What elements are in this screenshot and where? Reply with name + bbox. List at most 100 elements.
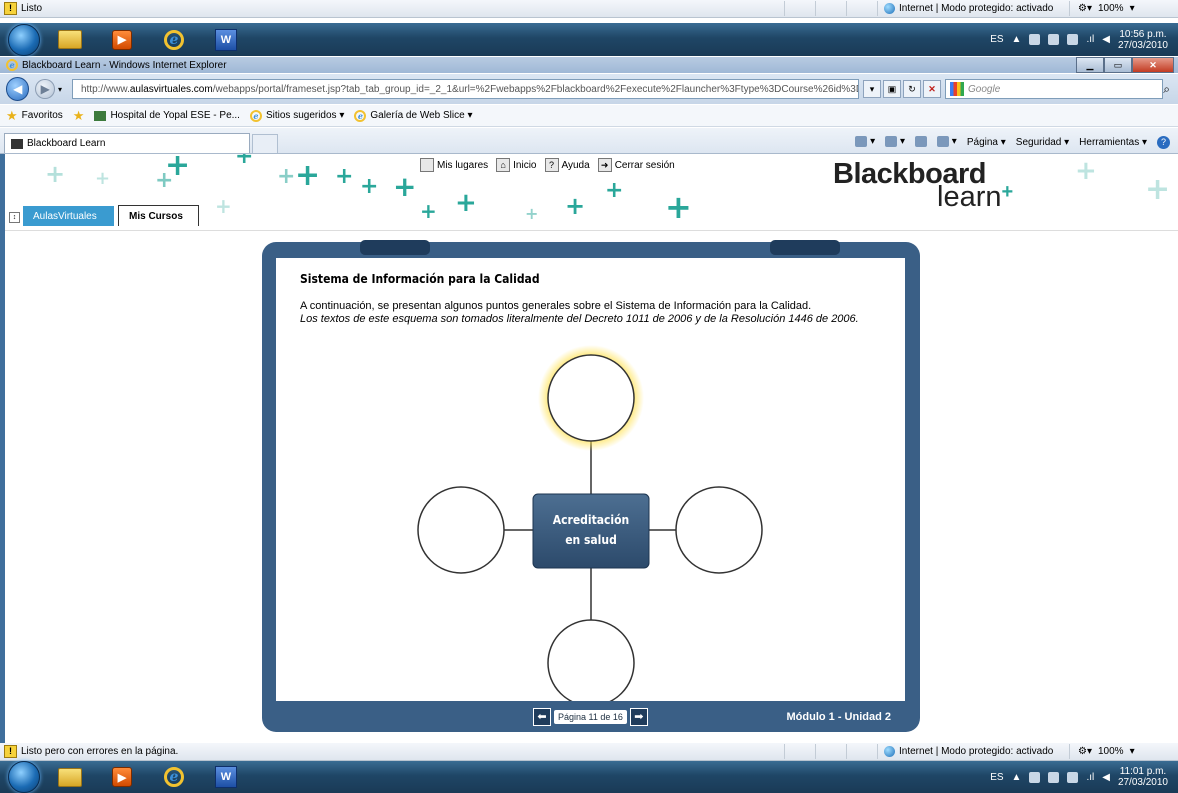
tools-menu[interactable]: Herramientas ▾ <box>1079 137 1147 148</box>
concept-node-right[interactable] <box>675 486 763 574</box>
bb-tabs: ↕ AulasVirtuales Mis Cursos <box>5 205 199 226</box>
site-icon <box>11 138 23 149</box>
signal-icon[interactable]: .ıl <box>1086 34 1094 45</box>
language-indicator[interactable]: ES <box>990 772 1003 783</box>
next-page-button[interactable]: ➡ <box>629 708 648 726</box>
ie-icon: e <box>354 109 367 122</box>
restore-button[interactable]: ▭ <box>1104 57 1132 73</box>
security-zone[interactable]: Internet | Modo protegido: activado <box>877 1 1069 16</box>
mail-button[interactable] <box>915 136 928 148</box>
taskbar-top: ▶ e W ES ▲ .ıl ◀ 10:56 p.m. 27/03/2010 <box>0 23 1178 56</box>
volume-icon[interactable]: ◀ <box>1102 34 1110 45</box>
status-text: Listo pero con errores en la página. <box>21 746 179 757</box>
top-status-bar: ! Listo Internet | Modo protegido: activa… <box>0 0 1178 18</box>
language-indicator[interactable]: ES <box>990 34 1003 45</box>
taskbar-explorer[interactable] <box>48 763 92 791</box>
collapse-icon[interactable]: ↕ <box>9 212 20 223</box>
favorites-button[interactable]: ★ Favoritos <box>6 108 63 124</box>
site-icon <box>94 110 107 121</box>
folder-icon <box>58 767 82 787</box>
tray-app-icon[interactable] <box>1029 34 1041 45</box>
home-icon: ⌂ <box>496 158 511 172</box>
start-button[interactable] <box>8 23 40 56</box>
search-icon[interactable]: ⌕ <box>1163 82 1170 97</box>
concept-node-top[interactable] <box>547 354 635 442</box>
concept-node-left[interactable] <box>417 486 505 574</box>
tab-mis-cursos[interactable]: Mis Cursos <box>118 205 199 226</box>
flag-icon[interactable] <box>1048 34 1060 45</box>
clock[interactable]: 11:01 p.m. 27/03/2010 <box>1118 766 1168 788</box>
taskbar-bottom: ▶ e W ES ▲ .ıl ◀ 11:01 p.m. 27/03/2010 <box>0 761 1178 793</box>
print-button[interactable]: ▾ <box>937 136 957 148</box>
concept-node-bottom[interactable] <box>547 619 635 701</box>
add-favorite-icon[interactable]: ★ <box>73 108 85 124</box>
taskbar-explorer[interactable] <box>48 26 92 54</box>
fav-hospital[interactable]: Hospital de Yopal ESE - Pe... <box>94 110 240 121</box>
refresh-button[interactable]: ↻ <box>903 80 922 98</box>
prev-page-button[interactable]: ⬅ <box>533 708 551 726</box>
zoom-control[interactable]: ⚙▾ 100% ▾ <box>1069 744 1178 759</box>
my-places-link[interactable]: Mis lugares <box>420 158 488 172</box>
logout-link[interactable]: ➜ Cerrar sesión <box>597 158 675 172</box>
taskbar-ie[interactable]: e <box>152 763 196 791</box>
clock[interactable]: 10:56 p.m. 27/03/2010 <box>1118 29 1168 51</box>
frame-clip <box>360 240 430 255</box>
back-button[interactable]: ◀ <box>6 77 30 101</box>
media-player-icon: ▶ <box>112 767 132 787</box>
help-icon[interactable]: ? <box>1157 135 1170 149</box>
zoom-control[interactable]: ⚙▾ 100% ▾ <box>1069 1 1178 16</box>
tab-blackboard[interactable]: Blackboard Learn <box>4 133 250 153</box>
close-button[interactable]: ✕ <box>1132 57 1174 73</box>
minimize-button[interactable]: ▁ <box>1076 57 1104 73</box>
taskbar-ie[interactable]: e <box>152 26 196 54</box>
rss-icon <box>885 136 898 148</box>
center-node-label-1: Acreditación <box>553 513 629 527</box>
module-label: Módulo 1 - Unidad 2 <box>786 711 892 723</box>
flag-icon[interactable] <box>1048 771 1060 783</box>
feeds-button[interactable]: ▾ <box>885 136 905 148</box>
window-titlebar: e Blackboard Learn - Windows Internet Exp… <box>0 57 1178 73</box>
tab-aulas-virtuales[interactable]: AulasVirtuales <box>23 206 114 226</box>
signal-icon[interactable]: .ıl <box>1086 772 1094 783</box>
taskbar-word[interactable]: W <box>204 26 248 54</box>
internet-explorer-icon: e <box>164 767 184 787</box>
home-button[interactable]: ▾ <box>855 136 875 148</box>
blackboard-header: + + + + + + + + + + + + + + + + + + + Mi… <box>5 154 1178 231</box>
internet-explorer-icon: e <box>164 29 184 50</box>
fav-suggested-sites[interactable]: e Sitios sugeridos ▾ <box>249 109 344 122</box>
stop-button[interactable]: ✕ <box>923 80 942 98</box>
page-menu[interactable]: Página ▾ <box>967 137 1006 148</box>
history-dropdown-icon[interactable]: ▾ <box>58 85 62 94</box>
forward-button[interactable]: ▶ <box>35 79 55 99</box>
tray-app-icon[interactable] <box>1029 771 1041 783</box>
tray-up-icon[interactable]: ▲ <box>1012 772 1022 783</box>
mail-icon <box>915 136 928 148</box>
taskbar-media[interactable]: ▶ <box>100 26 144 54</box>
globe-icon <box>884 3 895 14</box>
help-link[interactable]: ? Ayuda <box>544 158 590 172</box>
page-content: + + + + + + + + + + + + + + + + + + + Mi… <box>0 154 1178 743</box>
slide-nav-bar: ⬅ Página 11 de 16 ➡ Módulo 1 - Unidad 2 <box>262 702 920 732</box>
settings-icon: ⚙▾ <box>1078 3 1092 14</box>
taskbar-word[interactable]: W <box>204 763 248 791</box>
start-button[interactable] <box>8 761 40 793</box>
tray-up-icon[interactable]: ▲ <box>1012 34 1022 45</box>
address-bar[interactable]: http://www. aulasvirtuales.com/webapps/po… <box>71 79 860 99</box>
fav-web-slice[interactable]: e Galería de Web Slice ▾ <box>354 109 472 122</box>
center-node[interactable] <box>532 493 650 569</box>
tab-row: Blackboard Learn ▾ ▾ ▾ Página ▾ Segurida… <box>0 128 1178 154</box>
address-dropdown-button[interactable]: ▾ <box>863 80 882 98</box>
home-link[interactable]: ⌂ Inicio <box>496 158 537 172</box>
network-icon[interactable] <box>1067 771 1079 783</box>
new-tab-button[interactable] <box>252 134 278 153</box>
volume-icon[interactable]: ◀ <box>1102 772 1110 783</box>
home-icon <box>855 136 868 148</box>
security-zone[interactable]: Internet | Modo protegido: activado <box>877 744 1069 759</box>
taskbar-media[interactable]: ▶ <box>100 763 144 791</box>
concept-diagram: Acreditación en salud <box>417 345 763 701</box>
compat-view-button[interactable]: ▣ <box>883 80 902 98</box>
search-input[interactable]: Google <box>945 79 1164 99</box>
warning-icon[interactable]: ! <box>4 745 17 758</box>
security-menu[interactable]: Seguridad ▾ <box>1016 137 1069 148</box>
network-icon[interactable] <box>1067 34 1079 45</box>
